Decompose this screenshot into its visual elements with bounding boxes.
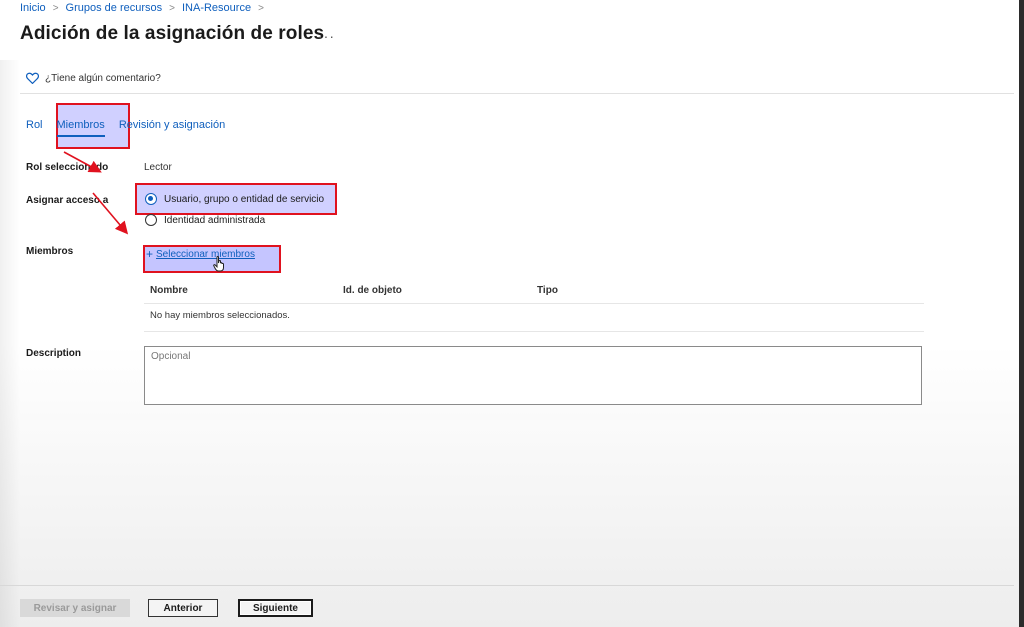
previous-button[interactable]: Anterior xyxy=(148,599,218,617)
annotation-arrows xyxy=(63,151,129,235)
review-and-assign-button[interactable]: Revisar y asignar xyxy=(20,599,130,617)
footer-divider xyxy=(0,585,1014,586)
annotation-arrow xyxy=(63,151,102,173)
next-button[interactable]: Siguiente xyxy=(238,599,313,617)
role-assignment-page: Inicio > Grupos de recursos > INA-Resour… xyxy=(0,0,1019,627)
window-edge xyxy=(1019,0,1024,627)
annotation-arrow xyxy=(92,192,129,235)
